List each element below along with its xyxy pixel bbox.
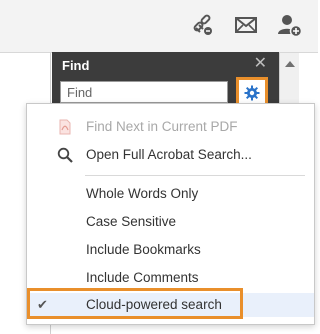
menu-item-label: Whole Words Only bbox=[86, 186, 199, 201]
menu-item-include-bookmarks[interactable]: Include Bookmarks bbox=[27, 238, 314, 262]
menu-item-label: Find Next in Current PDF bbox=[86, 119, 238, 134]
menu-item-case-sensitive[interactable]: Case Sensitive bbox=[27, 210, 314, 234]
menu-item-whole-words[interactable]: Whole Words Only bbox=[27, 182, 314, 206]
scroll-up-arrow-icon[interactable] bbox=[285, 61, 295, 67]
search-icon bbox=[57, 147, 73, 163]
menu-item-label: Case Sensitive bbox=[86, 214, 177, 229]
find-panel-title: Find bbox=[62, 58, 90, 73]
share-link-icon[interactable] bbox=[190, 12, 216, 38]
gear-icon bbox=[244, 85, 260, 101]
menu-item-open-full-search[interactable]: Open Full Acrobat Search... bbox=[27, 143, 314, 167]
menu-divider bbox=[85, 175, 305, 176]
top-toolbar bbox=[0, 0, 318, 53]
close-icon[interactable]: ✕ bbox=[254, 55, 267, 73]
menu-item-cloud-powered-search[interactable]: ✔ Cloud-powered search bbox=[27, 293, 314, 317]
menu-item-include-comments[interactable]: Include Comments bbox=[27, 266, 314, 290]
menu-item-label: Include Comments bbox=[86, 270, 199, 285]
menu-item-label: Cloud-powered search bbox=[86, 297, 222, 312]
pdf-doc-icon bbox=[57, 119, 73, 135]
add-user-icon[interactable] bbox=[277, 12, 303, 38]
find-input[interactable] bbox=[60, 81, 228, 103]
email-icon[interactable] bbox=[233, 12, 259, 38]
menu-item-label: Open Full Acrobat Search... bbox=[86, 147, 252, 162]
checkmark-icon: ✔ bbox=[37, 297, 48, 312]
menu-item-find-next[interactable]: Find Next in Current PDF bbox=[27, 115, 314, 139]
find-options-menu: Find Next in Current PDF Open Full Acrob… bbox=[26, 103, 315, 325]
app-window: Find ✕ Find Find Next in Current PDF Ope… bbox=[0, 0, 318, 334]
menu-item-label: Include Bookmarks bbox=[86, 242, 201, 257]
